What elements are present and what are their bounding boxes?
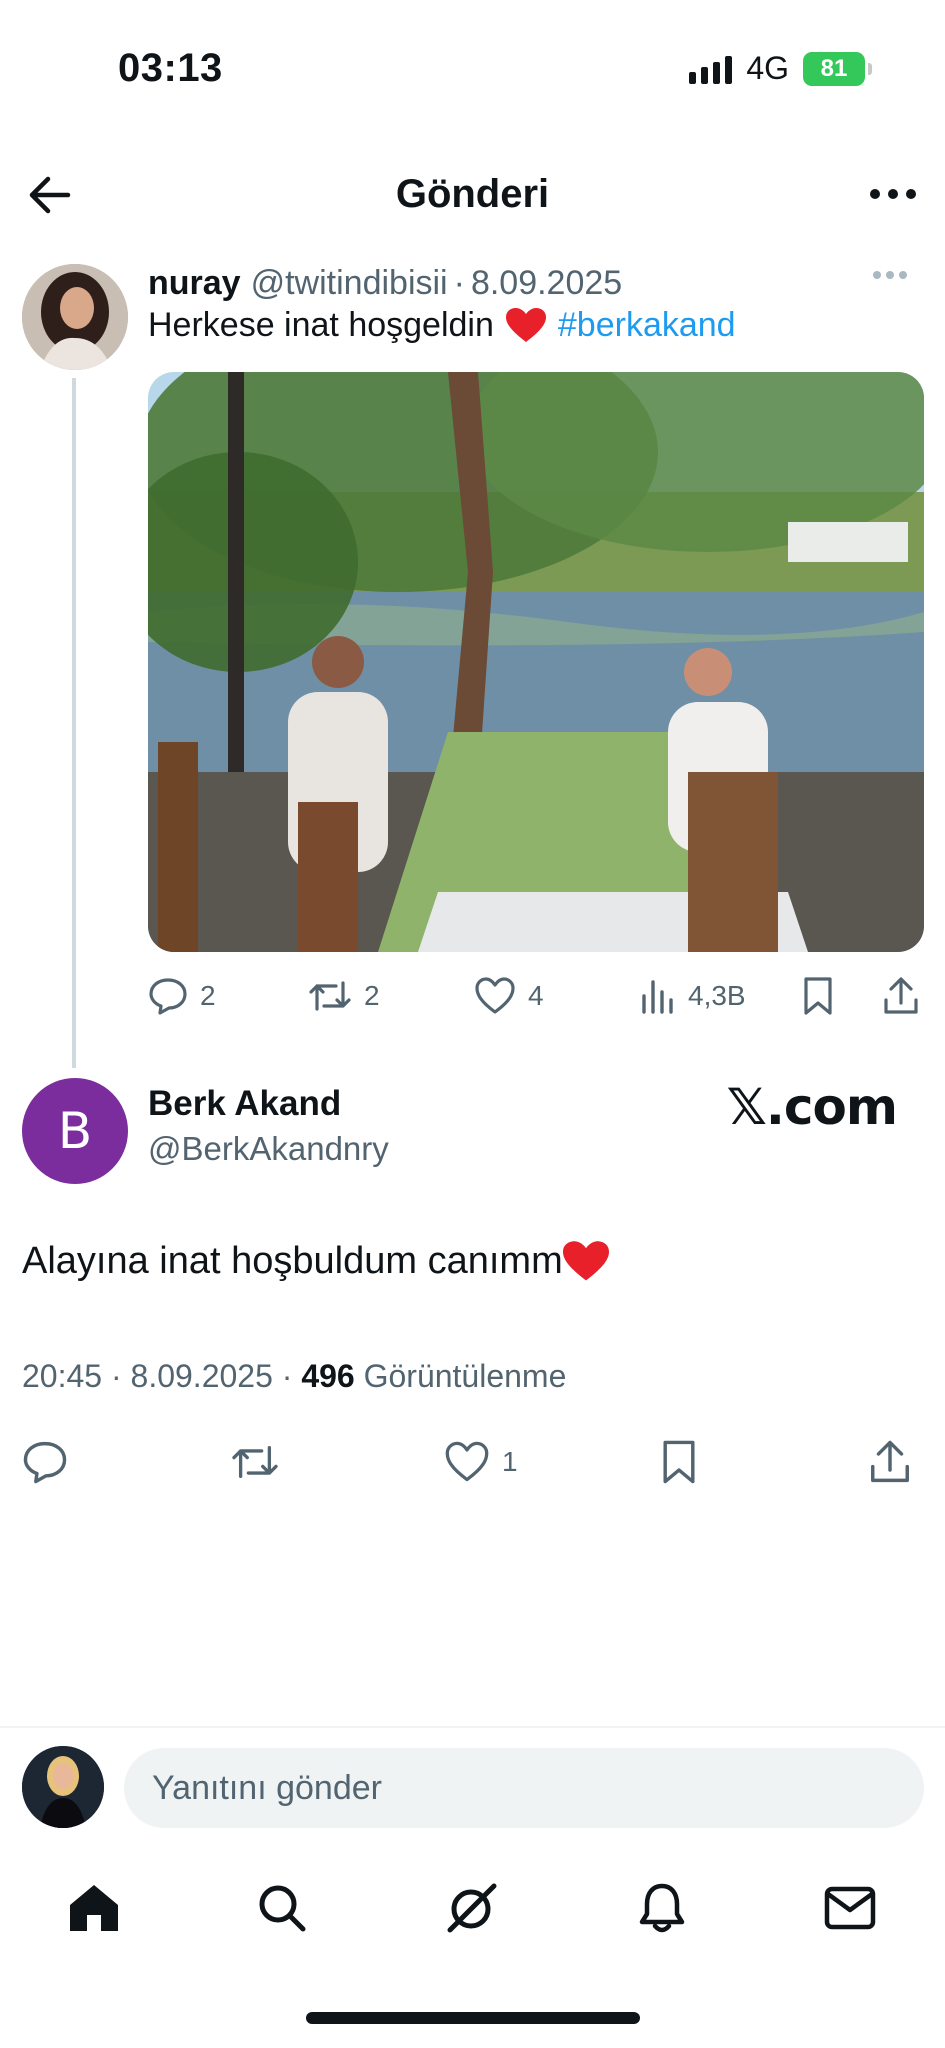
bookmark-button[interactable] xyxy=(660,1432,698,1492)
page-title: Gönderi xyxy=(395,172,550,216)
bookmark-icon xyxy=(804,977,832,1015)
status-bar: 03:13 4G 81 xyxy=(0,0,945,140)
repost-icon xyxy=(232,1445,278,1479)
repost-count: 2 xyxy=(364,980,380,1011)
repost-button[interactable] xyxy=(230,1432,280,1492)
reply-icon xyxy=(23,1441,67,1484)
hashtag-link[interactable]: #berkakand xyxy=(558,306,736,345)
battery-level: 81 xyxy=(820,54,848,82)
like-count: 1 xyxy=(502,1446,518,1477)
views-label: Görüntülenme xyxy=(363,1358,567,1394)
home-icon xyxy=(70,1885,118,1931)
red-heart-emoji-icon xyxy=(562,1240,609,1280)
nav-messages[interactable] xyxy=(818,1876,882,1940)
battery-icon: 81 xyxy=(803,51,872,86)
main-tweet-text: Alayına inat hoşbuldum canımm xyxy=(22,1240,609,1283)
red-heart-emoji-icon xyxy=(505,307,546,342)
share-button[interactable] xyxy=(882,968,920,1024)
search-icon xyxy=(259,1885,306,1932)
current-user-avatar[interactable] xyxy=(22,1746,104,1828)
like-icon xyxy=(475,977,515,1014)
tweet-text: Herkese inat hoşgeldin xyxy=(148,306,494,344)
signal-icon xyxy=(689,54,733,84)
messages-icon xyxy=(824,1886,876,1930)
quoted-tweet-text: Herkese inat hoşgeldin #berkakand xyxy=(148,306,736,345)
share-button[interactable] xyxy=(868,1432,912,1492)
divider xyxy=(0,1726,945,1728)
nav-search[interactable] xyxy=(250,1876,314,1940)
reply-input[interactable]: Yanıtını gönder xyxy=(124,1748,924,1828)
reply-button[interactable] xyxy=(22,1432,68,1492)
main-tweet-actions: 1 xyxy=(0,1432,945,1492)
avatar[interactable]: B xyxy=(22,1078,128,1184)
author-name[interactable]: nuray xyxy=(148,264,241,303)
grok-icon xyxy=(447,1883,497,1933)
views-icon xyxy=(642,980,673,1014)
reply-placeholder: Yanıtını gönder xyxy=(152,1768,382,1807)
page-header: Gönderi xyxy=(0,150,945,240)
author-name[interactable]: Berk Akand xyxy=(148,1084,341,1124)
like-count: 4 xyxy=(528,980,544,1011)
tweet-meta: 20:45 · 8.09.2025 · 496 Görüntülenme xyxy=(22,1358,566,1395)
status-indicators: 4G 81 xyxy=(689,50,872,87)
notifications-icon xyxy=(639,1883,685,1933)
nav-notifications[interactable] xyxy=(630,1876,694,1940)
reply-count: 2 xyxy=(200,980,216,1011)
separator-dot: · xyxy=(453,263,465,302)
repost-icon xyxy=(309,981,351,1011)
avatar-letter: B xyxy=(57,1102,93,1160)
network-type: 4G xyxy=(746,50,789,86)
bookmark-icon xyxy=(663,1440,695,1484)
tweet-photo[interactable] xyxy=(148,372,924,952)
view-count: 4,3B xyxy=(688,980,746,1011)
thread-line xyxy=(72,378,76,1068)
status-time: 03:13 xyxy=(118,46,223,90)
share-icon xyxy=(871,1440,909,1483)
x-com-watermark: 𝕏.com xyxy=(726,1078,898,1136)
nav-home[interactable] xyxy=(62,1876,126,1940)
tweet-text: Alayına inat hoşbuldum canımm xyxy=(22,1240,563,1282)
like-icon xyxy=(445,1441,489,1482)
repost-button[interactable]: 2 xyxy=(308,968,380,1024)
bookmark-button[interactable] xyxy=(802,968,834,1024)
share-icon xyxy=(884,977,918,1014)
more-icon xyxy=(870,189,916,199)
author-handle[interactable]: @BerkAkandnry xyxy=(148,1130,389,1168)
home-indicator xyxy=(306,2012,640,2024)
bottom-nav xyxy=(0,1868,945,1948)
tweet-timestamp: 20:45 · 8.09.2025 · xyxy=(22,1358,293,1394)
like-button[interactable]: 4 xyxy=(474,968,544,1024)
quoted-tweet-header: nuray @twitindibisii · 8.09.2025 xyxy=(148,258,908,308)
views-count: 496 xyxy=(301,1358,355,1394)
reply-icon xyxy=(149,978,187,1015)
like-button[interactable]: 1 xyxy=(444,1432,518,1492)
avatar[interactable] xyxy=(22,264,128,370)
views-button[interactable]: 4,3B xyxy=(640,968,746,1024)
tweet-date: 8.09.2025 xyxy=(470,263,623,302)
nav-grok[interactable] xyxy=(440,1876,504,1940)
more-button[interactable] xyxy=(865,172,921,216)
reply-button[interactable]: 2 xyxy=(148,968,216,1024)
author-handle[interactable]: @twitindibisii xyxy=(251,264,448,303)
quoted-tweet-actions: 2 2 4 4,3B xyxy=(148,968,924,1024)
tweet-options-icon[interactable] xyxy=(872,270,908,280)
